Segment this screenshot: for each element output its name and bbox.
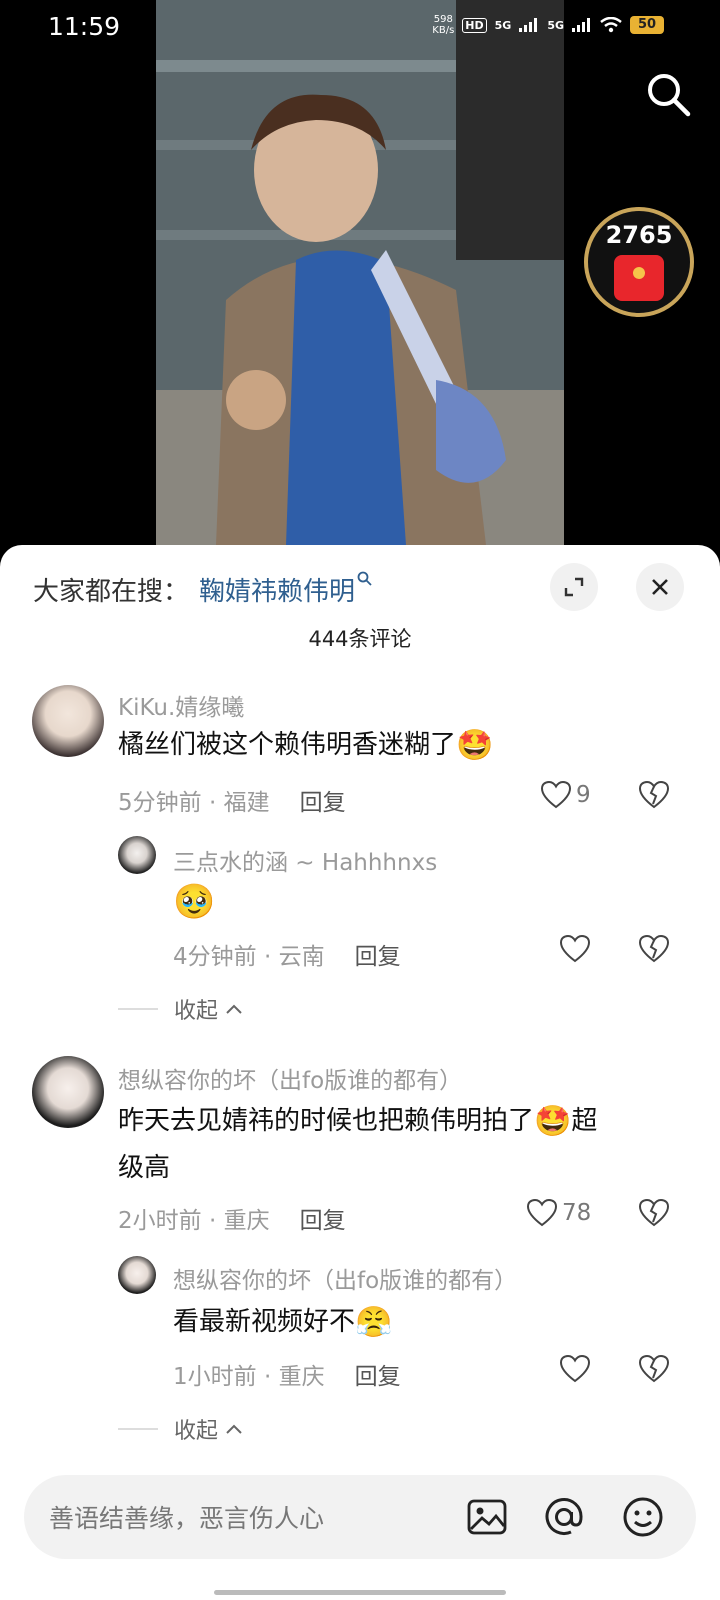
collapse-divider <box>118 1008 158 1010</box>
collapse-label: 收起 <box>174 999 219 1024</box>
trending-search-keyword[interactable]: 鞠婧祎赖伟明 <box>199 577 355 607</box>
broken-heart-icon <box>638 780 670 809</box>
reply-location: 重庆 <box>278 1364 325 1390</box>
heart-icon <box>526 1198 558 1227</box>
like-button[interactable]: 78 <box>526 1198 591 1228</box>
reply-meta: 1小时前 · 重庆 回复 <box>173 1364 401 1390</box>
comment-meta: 5分钟前 · 福建 回复 <box>118 790 346 816</box>
comment-input-bar[interactable]: 善语结善缘，恶言伤人心 <box>24 1475 696 1559</box>
video-thumbnail <box>156 0 564 545</box>
reply-text: 🥹 <box>173 878 215 925</box>
collapse-divider <box>118 1428 158 1430</box>
like-count: 78 <box>562 1200 592 1226</box>
trending-search[interactable]: 大家都在搜： 鞠婧祎赖伟明 <box>33 571 373 608</box>
video-frame[interactable] <box>156 0 564 545</box>
reply-avatar[interactable] <box>118 836 156 874</box>
reply-button[interactable]: 回复 <box>300 1208 346 1234</box>
comment-time: 5分钟前 <box>118 790 202 816</box>
close-button[interactable] <box>636 563 684 611</box>
like-button[interactable]: 9 <box>540 780 591 810</box>
signal-icon: 5G <box>494 18 512 32</box>
red-envelope-widget[interactable]: 2765 <box>584 207 694 317</box>
signal-bars-icon <box>519 18 538 32</box>
net-speed: 598 KB/s <box>432 14 455 36</box>
comment-sheet: 大家都在搜： 鞠婧祎赖伟明 444条评论 KiKu.婧缘曦 橘丝们被这个赖伟明香迷… <box>0 545 720 1600</box>
emoji-icon[interactable] <box>618 1492 668 1542</box>
reply-time: 4分钟前 <box>173 944 257 970</box>
reply-button[interactable]: 回复 <box>355 1364 401 1390</box>
like-button[interactable] <box>559 1354 591 1384</box>
dislike-button[interactable] <box>638 780 670 810</box>
comment-text-content-3: 级高 <box>118 1152 171 1183</box>
like-count: 9 <box>576 782 591 808</box>
collapse-label: 收起 <box>174 1419 219 1444</box>
dislike-button[interactable] <box>638 1198 670 1228</box>
reply-location: 云南 <box>278 944 325 970</box>
wifi-icon <box>600 17 622 33</box>
status-bar: 11:59 598 KB/s HD 5G 5G 50 <box>0 0 720 58</box>
heart-icon <box>540 780 572 809</box>
reply-text: 看最新视频好不😤 <box>173 1299 392 1346</box>
reply-username[interactable]: 三点水的涵 ~ Hahhhnxs <box>173 843 437 877</box>
reply-time: 1小时前 <box>173 1364 257 1390</box>
reply-button[interactable]: 回复 <box>300 790 346 816</box>
comment-count: 444条评论 <box>308 627 412 651</box>
comment-text-content-2: 超 <box>571 1106 598 1136</box>
home-indicator[interactable] <box>214 1590 506 1595</box>
avatar[interactable] <box>32 1056 104 1128</box>
comment-text-content: 橘丝们被这个赖伟明香迷糊了 <box>118 730 457 760</box>
video-area[interactable]: 11:59 598 KB/s HD 5G 5G 50 2765 <box>0 0 720 545</box>
comment-text: 昨天去见婧祎的时候也把赖伟明拍了🤩超级高 <box>118 1098 678 1191</box>
battery-icon: 50 <box>630 16 664 34</box>
reply-username[interactable]: 想纵容你的坏（出fo版谁的都有） <box>173 1261 517 1295</box>
reply-text-content: 看最新视频好不 <box>173 1307 356 1337</box>
trending-search-prefix: 大家都在搜： <box>33 577 190 607</box>
image-icon[interactable] <box>462 1492 512 1542</box>
red-envelope-count: 2765 <box>605 221 673 249</box>
reply-meta: 4分钟前 · 云南 回复 <box>173 944 401 970</box>
mention-icon[interactable] <box>539 1492 589 1542</box>
comment-location: 重庆 <box>223 1208 270 1234</box>
comment-time: 2小时前 <box>118 1208 202 1234</box>
chevron-up-icon <box>226 1004 242 1014</box>
reply-button[interactable]: 回复 <box>355 944 401 970</box>
keyword-search-icon <box>357 571 372 586</box>
signal-icon-2: 5G <box>547 18 564 32</box>
pleading-emoji: 🥹 <box>173 881 216 922</box>
huffing-emoji: 😤 <box>355 1304 393 1340</box>
heart-icon <box>559 1354 591 1383</box>
comment-text-content: 昨天去见婧祎的时候也把赖伟明拍了 <box>118 1106 535 1136</box>
broken-heart-icon <box>638 1354 670 1383</box>
broken-heart-icon <box>638 934 670 963</box>
star-eyes-emoji: 🤩 <box>456 727 494 763</box>
comment-username[interactable]: KiKu.婧缘曦 <box>118 688 244 722</box>
search-icon[interactable] <box>644 70 692 118</box>
dislike-button[interactable] <box>638 1354 670 1384</box>
avatar[interactable] <box>32 685 104 757</box>
like-button[interactable] <box>559 934 591 964</box>
dislike-button[interactable] <box>638 934 670 964</box>
status-time: 11:59 <box>48 12 121 41</box>
expand-button[interactable] <box>550 563 598 611</box>
expand-icon <box>564 577 584 597</box>
collapse-replies[interactable]: 收起 <box>118 993 244 1025</box>
hd-icon: HD <box>462 17 487 33</box>
status-icons: 598 KB/s HD 5G 5G 50 <box>432 14 664 36</box>
comment-meta: 2小时前 · 重庆 回复 <box>118 1208 346 1234</box>
red-envelope-icon <box>614 255 664 301</box>
reply-avatar[interactable] <box>118 1256 156 1294</box>
chevron-up-icon <box>226 1424 242 1434</box>
collapse-replies[interactable]: 收起 <box>118 1413 244 1445</box>
comment-input-placeholder[interactable]: 善语结善缘，恶言伤人心 <box>49 1499 324 1535</box>
heart-icon <box>559 934 591 963</box>
comment-username[interactable]: 想纵容你的坏（出fo版谁的都有） <box>118 1061 462 1095</box>
comment-text: 橘丝们被这个赖伟明香迷糊了🤩 <box>118 722 493 769</box>
close-icon <box>652 579 668 595</box>
signal-bars-icon-2 <box>572 18 590 32</box>
star-eyes-emoji: 🤩 <box>534 1103 572 1139</box>
broken-heart-icon <box>638 1198 670 1227</box>
comment-location: 福建 <box>223 790 270 816</box>
